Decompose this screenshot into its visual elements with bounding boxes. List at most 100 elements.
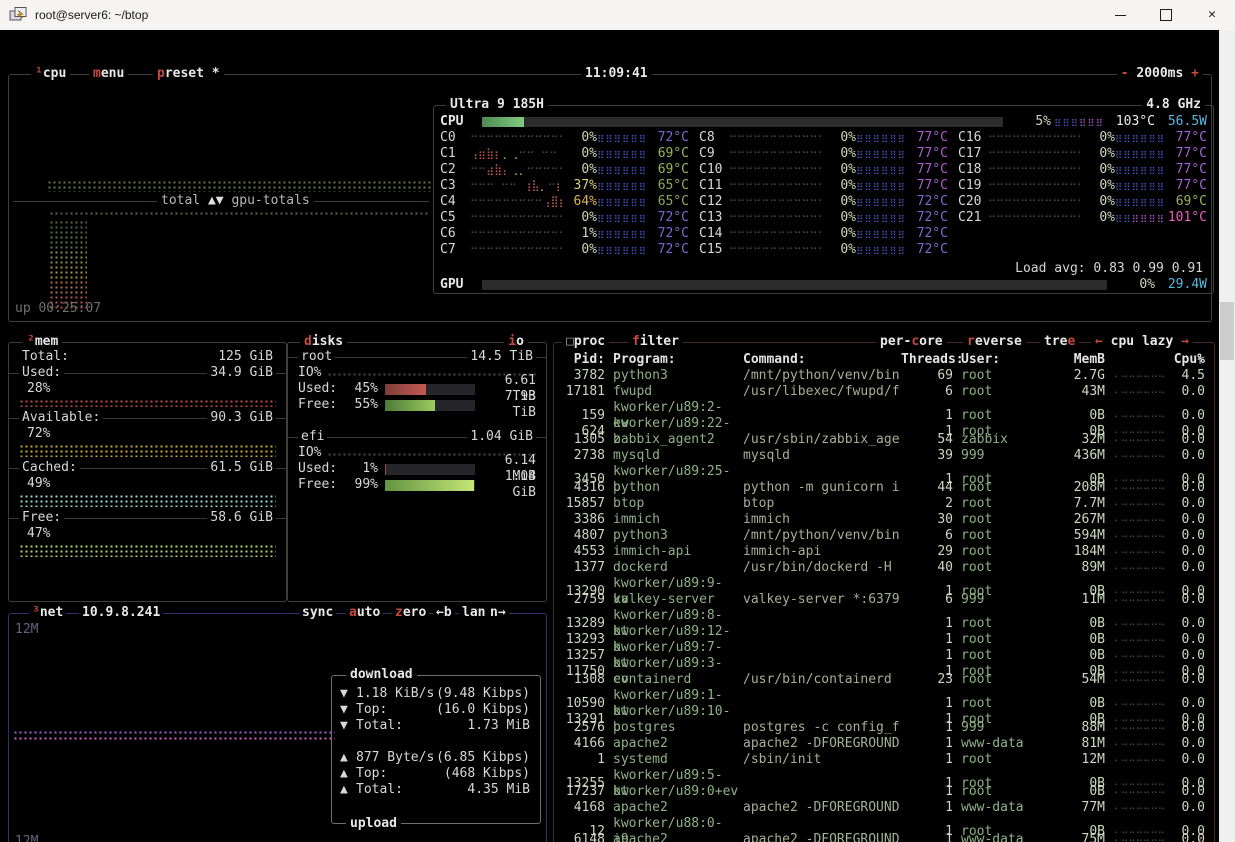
preset-button[interactable]: preset * [153, 66, 224, 82]
col-memb[interactable]: MemB [1047, 352, 1105, 368]
process-row[interactable]: 1308 containerd /usr/bin/containerd 23 r… [557, 672, 1211, 688]
sort-right-arrow-icon[interactable]: → [1181, 334, 1189, 349]
process-row[interactable]: 13290 kworker/u89:9-kv 1 root 0B 0.0 [557, 576, 1211, 592]
net-prev-iface-button[interactable]: ←b [433, 605, 455, 621]
minimize-button[interactable] [1097, 0, 1143, 30]
process-command: immich [735, 512, 901, 528]
terminal-scrollbar[interactable] [1219, 30, 1235, 842]
interval-minus-button[interactable]: - [1121, 66, 1129, 81]
reverse-button[interactable]: reverse [963, 334, 1026, 350]
col-threads[interactable]: Threads: [901, 352, 953, 368]
sort-column-selector[interactable]: ← cpu lazy → [1091, 334, 1193, 350]
menu-button[interactable]: menu [89, 66, 128, 82]
core-usage-percent: 64% [563, 194, 597, 210]
net-auto-button[interactable]: auto [346, 605, 383, 621]
process-command: immich-api [735, 544, 901, 560]
core-usage-percent: 0% [563, 162, 597, 178]
process-row[interactable]: 17181 fwupd /usr/libexec/fwupd/f 6 root … [557, 384, 1211, 400]
disk-size: 1.04 GiB [467, 429, 536, 445]
process-row[interactable]: 2759 valkey-server valkey-server *:6379 … [557, 592, 1211, 608]
process-cpu-graph [1105, 496, 1165, 512]
core-id: C2 [440, 162, 470, 178]
scroll-down-indicator[interactable]: ↓ [1196, 835, 1204, 842]
process-cpu-percent: 0.0 [1165, 800, 1205, 816]
tree-button[interactable]: tree [1040, 334, 1079, 350]
process-row[interactable]: 15857 btop btop 2 root 7.7M 0.0 [557, 496, 1211, 512]
interval-plus-button[interactable]: + [1191, 66, 1199, 81]
core-id: C0 [440, 130, 470, 146]
process-threads: 1 [901, 648, 953, 664]
core-usage-graph: ⠒⠒⠒⠒⠒⠒⠒⠒⠒⠒⠒⠒⠒ [729, 178, 822, 194]
update-interval[interactable]: - 2000ms + [1117, 66, 1203, 82]
graph-toggle-arrows-icon[interactable]: ▲▼ [208, 193, 224, 208]
net-zero-button[interactable]: zero [392, 605, 429, 621]
net-sync-button[interactable]: sync [299, 605, 336, 621]
cpu-usage-percent: 5% [1011, 114, 1051, 130]
graph-mode-label[interactable]: total ▲▼ gpu-totals [157, 193, 314, 209]
process-row[interactable]: 17237 kworker/u89:0+ev 1 root 0B 0.0 [557, 784, 1211, 800]
sort-left-arrow-icon[interactable]: ← [1095, 334, 1103, 349]
net-stat-row: ▼ 1.18 KiB/s (9.48 Kibps) [340, 686, 530, 702]
col-program[interactable]: Program: [605, 352, 735, 368]
process-row[interactable]: 13255 kworker/u89:5-bt 1 root 0B 0.0 [557, 768, 1211, 784]
process-row[interactable]: 2738 mysqld mysqld 39 999 436M 0.0 [557, 448, 1211, 464]
process-row[interactable]: 1377 dockerd /usr/bin/dockerd -H 40 root… [557, 560, 1211, 576]
process-user: root [953, 480, 1047, 496]
core-usage-graph: ⠒⠒⣴⣷⡄⢀⡀⠒⠒⠒⠒⠒ [470, 162, 563, 178]
terminal-area: ¹cpu menu preset * 11:09:41 - 2000ms + t… [0, 30, 1219, 842]
core-id: C3 [440, 178, 470, 194]
process-pid: 15857 [557, 496, 605, 512]
process-row[interactable]: 159 kworker/u89:2-ev 1 root 0B 0.0 [557, 400, 1211, 416]
filter-button[interactable]: filter [628, 334, 683, 350]
process-row[interactable]: 1 systemd /sbin/init 1 root 12M 0.0 [557, 752, 1211, 768]
process-row[interactable]: 4168 apache2 apache2 -DFOREGROUND 1 www-… [557, 800, 1211, 816]
col-user[interactable]: User: [953, 352, 1047, 368]
tab-mem[interactable]: ²mem [23, 334, 62, 350]
scroll-up-indicator[interactable]: ↑ [1196, 353, 1204, 369]
process-memory: 0B [1047, 616, 1105, 632]
core-temp-meter: ⣶⣶⣶⣶⣶⣶ [1115, 146, 1165, 162]
process-user: root [953, 784, 1047, 800]
core-row: C5 ⠒⠒⠒⠒⠒⠒⠒⠒⠒⠒⠒⠒⠒ 0% ⣶⣶⣶⣶⣶⣶ 72°C [440, 210, 689, 226]
tab-net[interactable]: ³net [29, 605, 66, 621]
clock: 11:09:41 [581, 66, 652, 82]
process-row[interactable]: 6148 apache2 apache2 -DFOREGROUND 1 www-… [557, 832, 1211, 842]
process-row[interactable]: 2576 postgres postgres -c config_f 1 999… [557, 720, 1211, 736]
process-pid: 17181 [557, 384, 605, 400]
io-mode-button[interactable]: io [504, 334, 528, 350]
scrollbar-thumb[interactable] [1220, 302, 1234, 360]
process-row[interactable]: 3450 kworker/u89:25-b 1 root 0B 0.0 [557, 464, 1211, 480]
core-id: C18 [958, 162, 988, 178]
process-program: apache2 [605, 736, 735, 752]
process-row[interactable]: 12 kworker/u88:0-i9 1 root 0B 0.0 [557, 816, 1211, 832]
core-temp-value: 72°C [906, 242, 948, 258]
process-row[interactable]: 4807 python3 /mnt/python/venv/bin 6 root… [557, 528, 1211, 544]
process-row[interactable]: 4553 immich-api immich-api 29 root 184M … [557, 544, 1211, 560]
process-row[interactable]: 13289 kworker/u89:8-bt 1 root 0B 0.0 [557, 608, 1211, 624]
core-row: C0 ⠒⠒⠒⠒⠒⠒⠒⠒⠒⠒⠒⠒⠒ 0% ⣶⣶⣶⣶⣶⣶ 72°C [440, 130, 689, 146]
mem-total-label: Total: [19, 349, 72, 365]
tab-cpu[interactable]: ¹cpu [31, 66, 70, 82]
process-row[interactable]: 1305 zabbix_agent2 /usr/sbin/zabbix_age … [557, 432, 1211, 448]
process-command: /usr/bin/dockerd -H [735, 560, 901, 576]
process-command: mysqld [735, 448, 901, 464]
process-row[interactable]: 3782 python3 /mnt/python/venv/bin 69 roo… [557, 368, 1211, 384]
process-cpu-percent: 0.0 [1165, 736, 1205, 752]
maximize-button[interactable] [1143, 0, 1189, 30]
cpu-total-graph [47, 180, 431, 192]
close-button[interactable]: ✕ [1189, 0, 1235, 30]
net-next-iface-button[interactable]: n→ [487, 605, 509, 621]
tab-disks[interactable]: disks [300, 334, 347, 350]
download-arrow-icon: ▼ [340, 702, 356, 718]
per-core-button[interactable]: per-core [876, 334, 947, 350]
col-command[interactable]: Command: [735, 352, 901, 368]
process-row[interactable]: 4316 python python -m gunicorn i 44 root… [557, 480, 1211, 496]
process-row[interactable]: 3386 immich immich 30 root 267M 0.0 [557, 512, 1211, 528]
process-row[interactable]: 10590 kworker/u89:1-bt 1 root 0B 0.0 [557, 688, 1211, 704]
core-temp-meter: ⣶⣶⣶⣶⣶⣶ [1115, 130, 1165, 146]
process-row[interactable]: 4166 apache2 apache2 -DFOREGROUND 1 www-… [557, 736, 1211, 752]
tab-proc[interactable]: □proc [562, 334, 609, 350]
col-pid[interactable]: Pid: [557, 352, 605, 368]
proc-header-row: Pid: Program: Command: Threads: User: Me… [557, 352, 1211, 368]
core-row: C3 ⠒⠒⠒ ⠒⠒ ⢰⣧⡀⠒⡆ 37% ⣶⣶⣶⣶⣶⣶ 65°C [440, 178, 689, 194]
